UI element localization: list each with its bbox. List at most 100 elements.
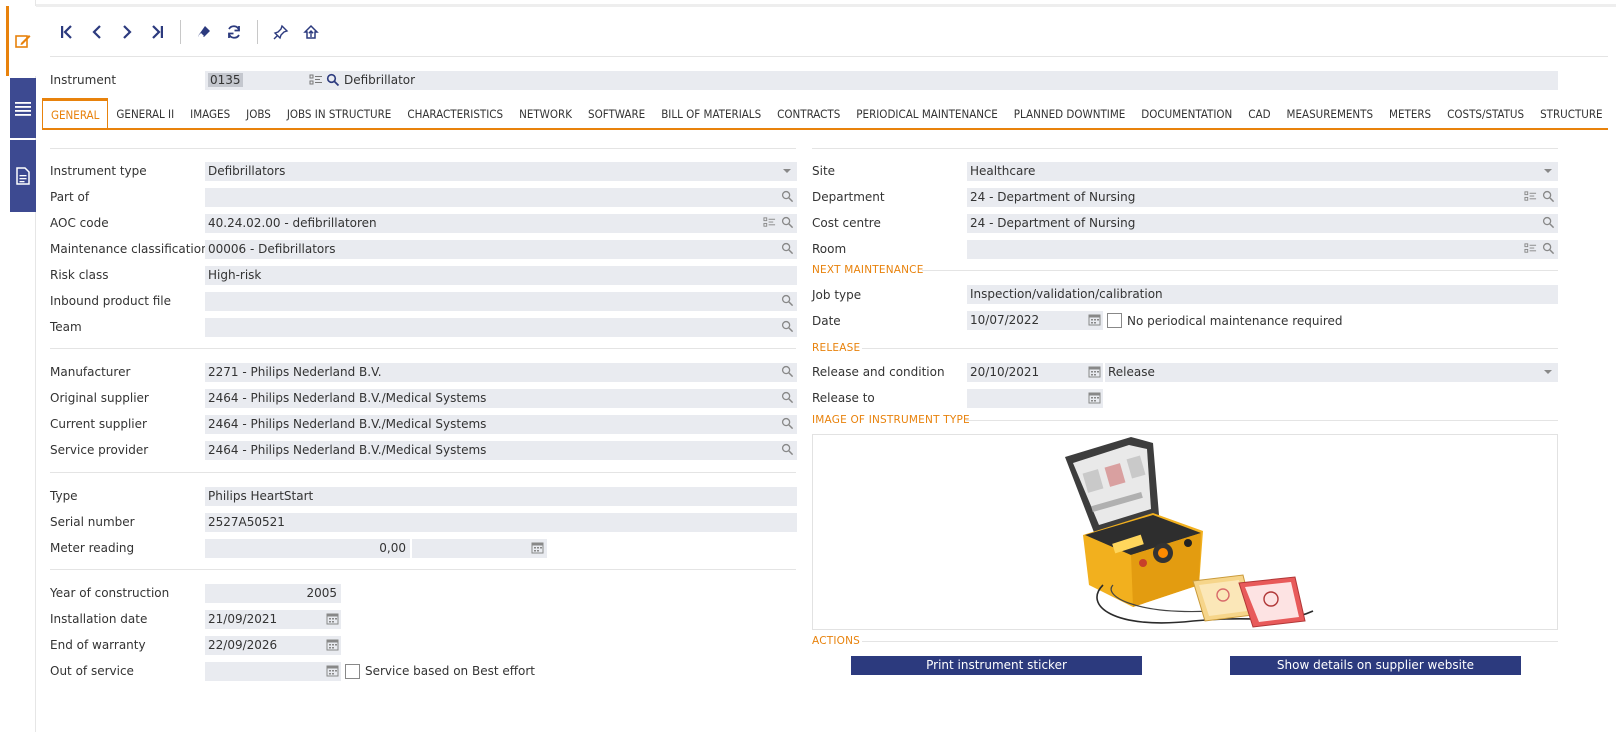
tab-structure[interactable]: STRUCTURE — [1532, 98, 1608, 128]
list-icon — [15, 102, 31, 116]
tab-general[interactable]: GENERAL — [42, 98, 109, 128]
calendar-icon[interactable] — [326, 612, 339, 625]
search-icon[interactable] — [1542, 242, 1555, 255]
installation-date-field[interactable]: 21/09/2021 — [205, 610, 341, 629]
tree-icon[interactable] — [309, 73, 323, 87]
release-to-label: Release to — [812, 391, 875, 405]
tree-icon[interactable] — [1524, 242, 1537, 255]
no-periodical-maintenance-checkbox[interactable] — [1107, 313, 1122, 328]
search-icon[interactable] — [781, 242, 794, 255]
search-icon[interactable] — [781, 216, 794, 229]
release-to-field[interactable] — [967, 389, 1103, 408]
instrument-type-label: Instrument type — [50, 164, 147, 178]
out-of-service-field[interactable] — [205, 662, 341, 681]
tab-jobs-in-structure[interactable]: JOBS IN STRUCTURE — [279, 98, 400, 128]
manufacturer-field[interactable]: 2271 - Philips Nederland B.V. — [205, 363, 797, 382]
meter-reading-field[interactable]: 0,00 — [205, 539, 410, 558]
tab-cad[interactable]: CAD — [1240, 98, 1278, 128]
calendar-icon[interactable] — [326, 638, 339, 651]
installation-date-label: Installation date — [50, 612, 148, 626]
search-icon[interactable] — [1542, 216, 1555, 229]
department-field[interactable]: 24 - Department of Nursing — [967, 188, 1558, 207]
search-icon[interactable] — [781, 294, 794, 307]
calendar-icon[interactable] — [1088, 391, 1101, 404]
previous-record-button[interactable] — [82, 20, 112, 44]
maintenance-classification-field[interactable]: 00006 - Defibrillators — [205, 240, 797, 259]
pin-button[interactable] — [266, 20, 296, 44]
service-provider-field[interactable]: 2464 - Philips Nederland B.V./Medical Sy… — [205, 441, 797, 460]
inbound-product-file-field[interactable] — [205, 292, 797, 311]
instrument-code-field[interactable]: 0135 — [205, 71, 341, 90]
refresh-icon — [228, 25, 240, 39]
left-rail — [0, 0, 36, 732]
part-of-field[interactable] — [205, 188, 797, 207]
tab-planned-downtime[interactable]: PLANNED DOWNTIME — [1006, 98, 1134, 128]
risk-class-field[interactable]: High-risk — [205, 266, 797, 285]
tab-meters[interactable]: METERS — [1381, 98, 1439, 128]
department-value: 24 - Department of Nursing — [970, 190, 1136, 204]
print-instrument-sticker-button[interactable]: Print instrument sticker — [851, 656, 1142, 675]
calendar-icon[interactable] — [326, 664, 339, 677]
upload-button[interactable] — [296, 20, 326, 44]
instrument-label: Instrument — [50, 73, 117, 87]
type-field[interactable]: Philips HeartStart — [205, 487, 797, 506]
defibrillator-image — [1065, 437, 1314, 628]
team-field[interactable] — [205, 318, 797, 337]
end-of-warranty-field[interactable]: 22/09/2026 — [205, 636, 341, 655]
search-icon[interactable] — [326, 73, 340, 87]
room-field[interactable] — [967, 240, 1558, 259]
instrument-type-select[interactable]: Defibrillators — [205, 162, 797, 181]
search-icon[interactable] — [781, 417, 794, 430]
tab-network[interactable]: NETWORK — [511, 98, 580, 128]
job-type-field[interactable]: Inspection/validation/calibration — [967, 285, 1558, 304]
section-divider — [922, 270, 1558, 271]
last-record-button[interactable] — [142, 20, 172, 44]
tree-icon[interactable] — [1524, 190, 1537, 203]
release-date-field[interactable]: 20/10/2021 — [967, 363, 1103, 382]
edit-mode-button[interactable] — [6, 6, 36, 76]
pin-icon — [273, 24, 289, 40]
tab-general-ii[interactable]: GENERAL II — [108, 98, 182, 128]
tab-bill-of-materials[interactable]: BILL OF MATERIALS — [653, 98, 769, 128]
site-select[interactable]: Healthcare — [967, 162, 1558, 181]
clear-button[interactable] — [189, 20, 219, 44]
tab-images[interactable]: IMAGES — [182, 98, 238, 128]
top-border — [36, 4, 1616, 7]
aoc-code-field[interactable]: 40.24.02.00 - defibrillatoren — [205, 214, 797, 233]
calendar-icon[interactable] — [531, 541, 544, 554]
tab-software[interactable]: SOFTWARE — [580, 98, 653, 128]
list-view-button[interactable] — [10, 78, 36, 138]
serial-number-field[interactable]: 2527A50521 — [205, 513, 797, 532]
release-condition-select[interactable]: Release — [1105, 363, 1558, 382]
year-of-construction-field[interactable]: 2005 — [205, 584, 341, 603]
calendar-icon[interactable] — [1088, 365, 1101, 378]
document-view-button[interactable] — [10, 140, 36, 212]
search-icon[interactable] — [1542, 190, 1555, 203]
tab-measurements[interactable]: MEASUREMENTS — [1279, 98, 1382, 128]
next-maintenance-date-field[interactable]: 10/07/2022 — [967, 311, 1103, 330]
cost-centre-field[interactable]: 24 - Department of Nursing — [967, 214, 1558, 233]
next-record-button[interactable] — [112, 20, 142, 44]
end-of-warranty-value: 22/09/2026 — [208, 638, 278, 652]
calendar-icon[interactable] — [1088, 313, 1101, 326]
tab-periodical-maintenance[interactable]: PERIODICAL MAINTENANCE — [848, 98, 1005, 128]
original-supplier-field[interactable]: 2464 - Philips Nederland B.V./Medical Sy… — [205, 389, 797, 408]
meter-reading-date-field[interactable] — [412, 539, 547, 558]
search-icon[interactable] — [781, 365, 794, 378]
tab-jobs[interactable]: JOBS — [238, 98, 279, 128]
tree-icon[interactable] — [763, 216, 776, 229]
search-icon[interactable] — [781, 320, 794, 333]
first-record-button[interactable] — [52, 20, 82, 44]
search-icon[interactable] — [781, 443, 794, 456]
tab-characteristics[interactable]: CHARACTERISTICS — [399, 98, 511, 128]
tab-contracts[interactable]: CONTRACTS — [769, 98, 848, 128]
refresh-button[interactable] — [219, 20, 249, 44]
show-supplier-details-button[interactable]: Show details on supplier website — [1230, 656, 1521, 675]
search-icon[interactable] — [781, 190, 794, 203]
current-supplier-field[interactable]: 2464 - Philips Nederland B.V./Medical Sy… — [205, 415, 797, 434]
tab-costs-status[interactable]: COSTS/STATUS — [1439, 98, 1532, 128]
tab-documentation[interactable]: DOCUMENTATION — [1133, 98, 1240, 128]
search-icon[interactable] — [781, 391, 794, 404]
maintenance-classification-value: 00006 - Defibrillators — [208, 242, 336, 256]
best-effort-checkbox[interactable] — [345, 664, 360, 679]
